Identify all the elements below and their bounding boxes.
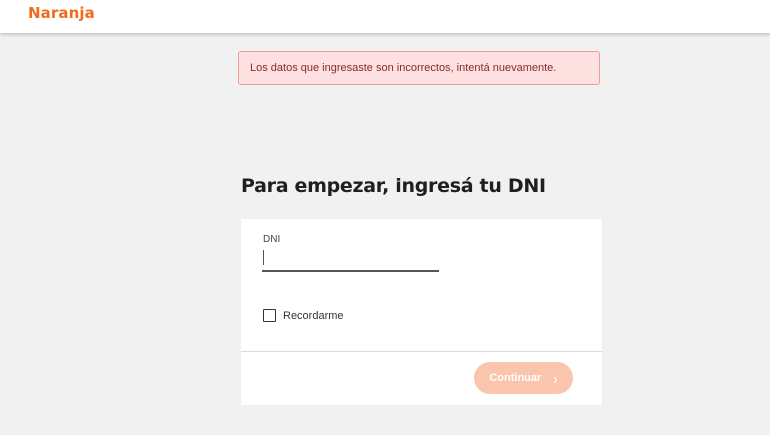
continue-button-label: Continuar: [489, 372, 542, 384]
card-divider: [241, 351, 602, 352]
remember-me-label[interactable]: Recordarme: [283, 310, 344, 322]
error-alert: Los datos que ingresaste son incorrectos…: [238, 51, 600, 85]
page-title: Para empezar, ingresá tu DNI: [241, 175, 546, 197]
brand-logo[interactable]: Naranja: [28, 4, 95, 22]
dni-field-label: DNI: [263, 234, 281, 245]
continue-button[interactable]: Continuar ›: [474, 362, 573, 394]
login-card: DNI Recordarme Continuar ›: [241, 219, 602, 405]
chevron-right-icon: ›: [553, 369, 558, 387]
dni-input[interactable]: [262, 248, 439, 272]
remember-me-checkbox[interactable]: [263, 309, 276, 322]
remember-me-checkbox-row[interactable]: Recordarme: [263, 309, 344, 322]
top-navbar: Naranja: [0, 0, 770, 33]
error-message: Los datos que ingresaste son incorrectos…: [250, 62, 557, 74]
text-cursor: [263, 250, 264, 265]
